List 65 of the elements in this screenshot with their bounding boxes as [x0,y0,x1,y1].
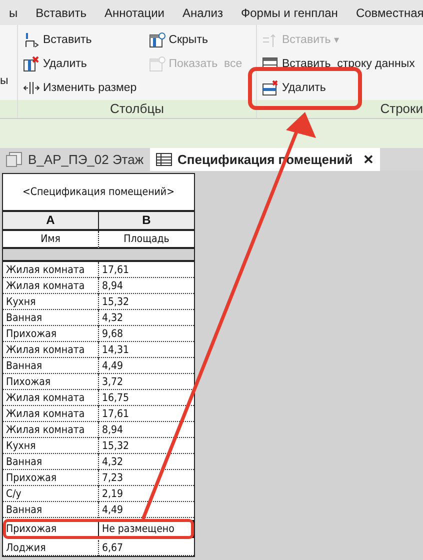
ribbon-button[interactable]: Вставить строку данных [262,53,415,74]
table-cell[interactable]: 4,49 [98,502,194,518]
table-cell[interactable]: 17,61 [98,262,194,278]
sheet-icon [6,152,22,167]
table-cell: Ванная [3,502,98,518]
document-tab[interactable]: В_АР_ПЭ_02 Этаж [0,148,150,171]
ribbon-button[interactable]: Вставить [23,29,137,50]
table-cell[interactable]: 16,75 [98,390,194,406]
panel-label: Столбцы [18,100,256,118]
table-cell[interactable]: 8,94 [98,422,194,438]
table-cell[interactable]: Не размещено [98,520,194,538]
ribbon-button[interactable]: Удалить [262,77,415,98]
table-cell: С/у [3,486,98,502]
table-cell: Жилая комната [3,262,98,278]
ribbon-tab[interactable]: Аннотации [96,6,174,20]
column-letter[interactable]: A [3,212,98,231]
ribbon-tab[interactable]: ы [0,6,27,20]
table-cell[interactable]: 3,72 [98,374,194,390]
resize-icon [23,80,40,96]
delete-row-icon [262,80,279,96]
table-cell: Жилая комната [3,342,98,358]
table-cell: Пихожая [3,374,98,390]
ribbon-button[interactable]: Скрыть [148,29,242,50]
table-cell[interactable]: 9,68 [98,326,194,342]
ribbon-button[interactable]: Удалить [23,53,137,74]
column-letter[interactable]: B [98,212,194,231]
table-cell[interactable]: 14,31 [98,342,194,358]
table-cell[interactable]: 4,49 [98,358,194,374]
table-cell: Жилая комната [3,406,98,422]
table-cell[interactable]: 15,32 [98,438,194,454]
ribbon-button[interactable]: Изменить размер [23,77,137,98]
table-cell[interactable]: 4,32 [98,310,194,326]
table-cell[interactable]: 7,23 [98,470,194,486]
ribbon-tab[interactable]: Анализ [173,6,232,20]
table-cell[interactable]: 8,94 [98,278,194,294]
ribbon-tab[interactable]: Вставить [26,6,96,20]
table-cell[interactable]: 17,61 [98,406,194,422]
table-cell: Прихожая [3,470,98,486]
hide-icon [148,32,166,48]
table-cell: Жилая комната [3,278,98,294]
table-cell-text: Прихожая [5,522,58,537]
insert-column-icon [23,32,40,48]
panel-text-fragment: ы [0,74,10,89]
panel-footer [0,100,17,118]
table-cell: Жилая комната [3,390,98,406]
show-all-icon [148,56,166,72]
ribbon-tab[interactable]: Формы и генплан [232,6,347,20]
close-button[interactable]: ✕ [362,152,374,167]
table-cell: Ванная [3,454,98,470]
table-cell[interactable]: 6,67 [98,540,194,556]
table-cell: Жилая комната [3,422,98,438]
table-cell: Ванная [3,358,98,374]
table-cell[interactable]: 2,19 [98,486,194,502]
table-cell: Кухня [3,438,98,454]
ribbon-tab[interactable]: Совместная [346,6,423,20]
table-cell: Прихожая [3,326,98,342]
table-cell[interactable]: 4,32 [98,454,194,470]
delete-column-icon [23,56,40,72]
table-icon [156,153,172,166]
table-cell[interactable]: 15,32 [98,294,194,310]
tab-title: В_АР_ПЭ_02 Этаж [28,152,144,167]
dropdown-arrow: ▾ [334,34,339,46]
table-cell: Кухня [3,294,98,310]
table-cell: Ванная [3,310,98,326]
table-cell: Лоджия [3,540,98,556]
